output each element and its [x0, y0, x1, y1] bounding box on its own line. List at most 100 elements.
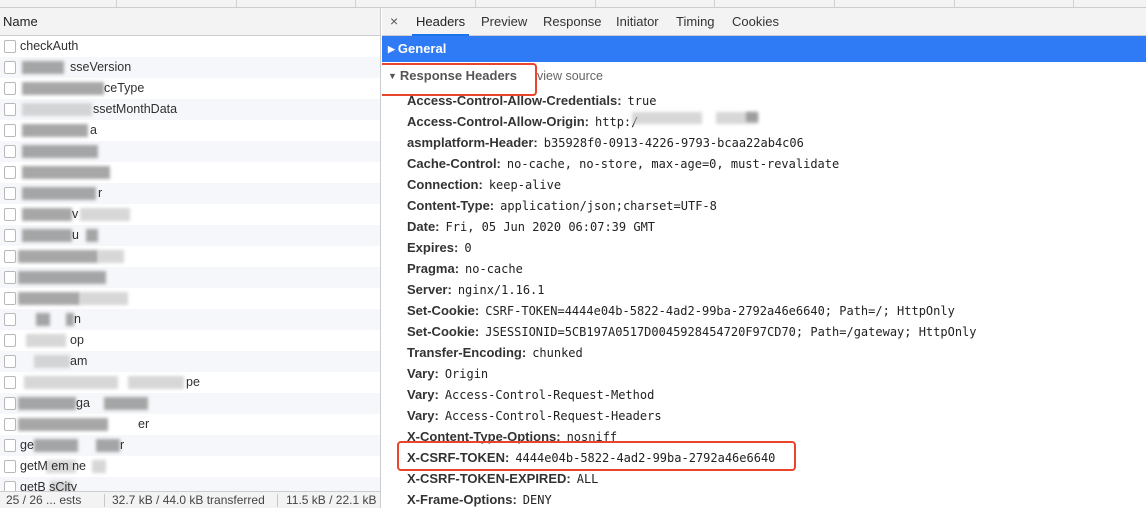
header-name: Vary:: [407, 366, 439, 381]
close-icon[interactable]: ×: [390, 8, 398, 35]
header-value: CSRF-TOKEN=4444e04b-5822-4ad2-99ba-2792a…: [485, 304, 955, 318]
header-name: X-CSRF-TOKEN-EXPIRED:: [407, 471, 571, 486]
request-row[interactable]: ssetMonthData: [0, 99, 380, 120]
resources-size: 11.5 kB / 22.1 kB: [286, 493, 377, 507]
header-value: Access-Control-Request-Method: [444, 388, 655, 402]
requests-count: 25 / 26 ... ests: [6, 493, 82, 507]
header-name: Connection:: [407, 177, 483, 192]
request-list-pane: Name checkAuth sseVersion ceType ssetMon…: [0, 8, 381, 508]
request-row[interactable]: a: [0, 120, 380, 141]
request-details-pane: × Headers Preview Response Initiator Tim…: [382, 8, 1146, 508]
header-value: true: [627, 94, 657, 108]
response-header-row: Set-Cookie: CSRF-TOKEN=4444e04b-5822-4ad2…: [407, 300, 977, 321]
request-name: n: [74, 312, 81, 326]
request-name: ceType: [104, 81, 145, 95]
row-checkbox[interactable]: [4, 313, 16, 326]
request-name: ge: [20, 438, 34, 452]
request-name: er: [138, 417, 150, 431]
row-checkbox[interactable]: [4, 292, 16, 305]
request-name: op: [70, 333, 84, 347]
row-checkbox[interactable]: [4, 376, 16, 389]
row-checkbox[interactable]: [4, 61, 16, 74]
row-checkbox[interactable]: [4, 145, 16, 158]
row-checkbox[interactable]: [4, 229, 16, 242]
request-name: a: [90, 123, 97, 137]
response-header-row: Transfer-Encoding: chunked: [407, 342, 977, 363]
row-checkbox[interactable]: [4, 355, 16, 368]
request-row[interactable]: getM em ne: [0, 456, 380, 477]
request-row[interactable]: [0, 246, 380, 267]
row-checkbox[interactable]: [4, 271, 16, 284]
row-checkbox[interactable]: [4, 334, 16, 347]
row-checkbox[interactable]: [4, 103, 16, 116]
row-checkbox[interactable]: [4, 166, 16, 179]
tab-preview[interactable]: Preview: [477, 8, 531, 36]
header-value: ALL: [576, 472, 599, 486]
request-name: ga: [76, 396, 90, 410]
header-name: Set-Cookie:: [407, 324, 480, 339]
request-row[interactable]: n: [0, 309, 380, 330]
request-row[interactable]: [0, 288, 380, 309]
name-column-header[interactable]: Name: [0, 8, 380, 36]
row-checkbox[interactable]: [4, 124, 16, 137]
request-row[interactable]: v: [0, 204, 380, 225]
tab-initiator[interactable]: Initiator: [612, 8, 663, 36]
row-checkbox[interactable]: [4, 82, 16, 95]
header-name: Date:: [407, 219, 440, 234]
request-row[interactable]: [0, 162, 380, 183]
response-header-row: Pragma: no-cache: [407, 258, 977, 279]
request-row[interactable]: pe: [0, 372, 380, 393]
request-row[interactable]: [0, 141, 380, 162]
general-section-header[interactable]: ▶ General: [382, 36, 1146, 62]
timeline-strip: [0, 0, 1146, 8]
request-row[interactable]: [0, 267, 380, 288]
tab-headers[interactable]: Headers: [412, 8, 470, 36]
row-checkbox[interactable]: [4, 250, 16, 263]
expand-arrow-icon: ▶: [388, 44, 395, 54]
tab-timing[interactable]: Timing: [672, 8, 719, 36]
header-value: Fri, 05 Jun 2020 06:07:39 GMT: [445, 220, 656, 234]
row-checkbox[interactable]: [4, 397, 16, 410]
request-row[interactable]: ga: [0, 393, 380, 414]
header-value: b35928f0-0913-4226-9793-bcaa22ab4c06: [543, 136, 804, 150]
request-row[interactable]: ceType: [0, 78, 380, 99]
header-name: Set-Cookie:: [407, 303, 480, 318]
request-name: r: [120, 438, 125, 452]
row-checkbox[interactable]: [4, 40, 16, 53]
header-value: keep-alive: [488, 178, 562, 192]
response-header-row: Date: Fri, 05 Jun 2020 06:07:39 GMT: [407, 216, 977, 237]
request-row[interactable]: u: [0, 225, 380, 246]
request-row[interactable]: am: [0, 351, 380, 372]
details-tabbar: × Headers Preview Response Initiator Tim…: [382, 8, 1146, 36]
tab-response[interactable]: Response: [539, 8, 606, 36]
response-header-row: Server: nginx/1.16.1: [407, 279, 977, 300]
response-header-row: Content-Type: application/json;charset=UT…: [407, 195, 977, 216]
header-value: nginx/1.16.1: [457, 283, 545, 297]
header-name: Cache-Control:: [407, 156, 501, 171]
response-header-row: Set-Cookie: JSESSIONID=5CB197A0517D004592…: [407, 321, 977, 342]
row-checkbox[interactable]: [4, 460, 16, 473]
request-row[interactable]: er: [0, 414, 380, 435]
tab-cookies[interactable]: Cookies: [728, 8, 783, 36]
request-row[interactable]: checkAuth: [0, 36, 380, 57]
row-checkbox[interactable]: [4, 439, 16, 452]
request-row[interactable]: op: [0, 330, 380, 351]
request-row[interactable]: ge r: [0, 435, 380, 456]
row-checkbox[interactable]: [4, 187, 16, 200]
header-value: DENY: [522, 493, 552, 507]
header-name: Transfer-Encoding:: [407, 345, 527, 360]
request-name: getM em ne: [20, 459, 87, 473]
row-checkbox[interactable]: [4, 208, 16, 221]
response-header-row: Vary: Access-Control-Request-Headers: [407, 405, 977, 426]
request-row[interactable]: r: [0, 183, 380, 204]
header-name: Access-Control-Allow-Origin:: [407, 114, 590, 129]
header-name: X-Frame-Options:: [407, 492, 517, 507]
header-value: JSESSIONID=5CB197A0517D0045928454720F97C…: [485, 325, 977, 339]
request-name: ssetMonthData: [93, 102, 178, 116]
header-name: Content-Type:: [407, 198, 495, 213]
header-name: Server:: [407, 282, 452, 297]
header-value: no-cache: [465, 262, 523, 276]
row-checkbox[interactable]: [4, 418, 16, 431]
request-row[interactable]: sseVersion: [0, 57, 380, 78]
view-source-link[interactable]: view source: [537, 67, 603, 85]
